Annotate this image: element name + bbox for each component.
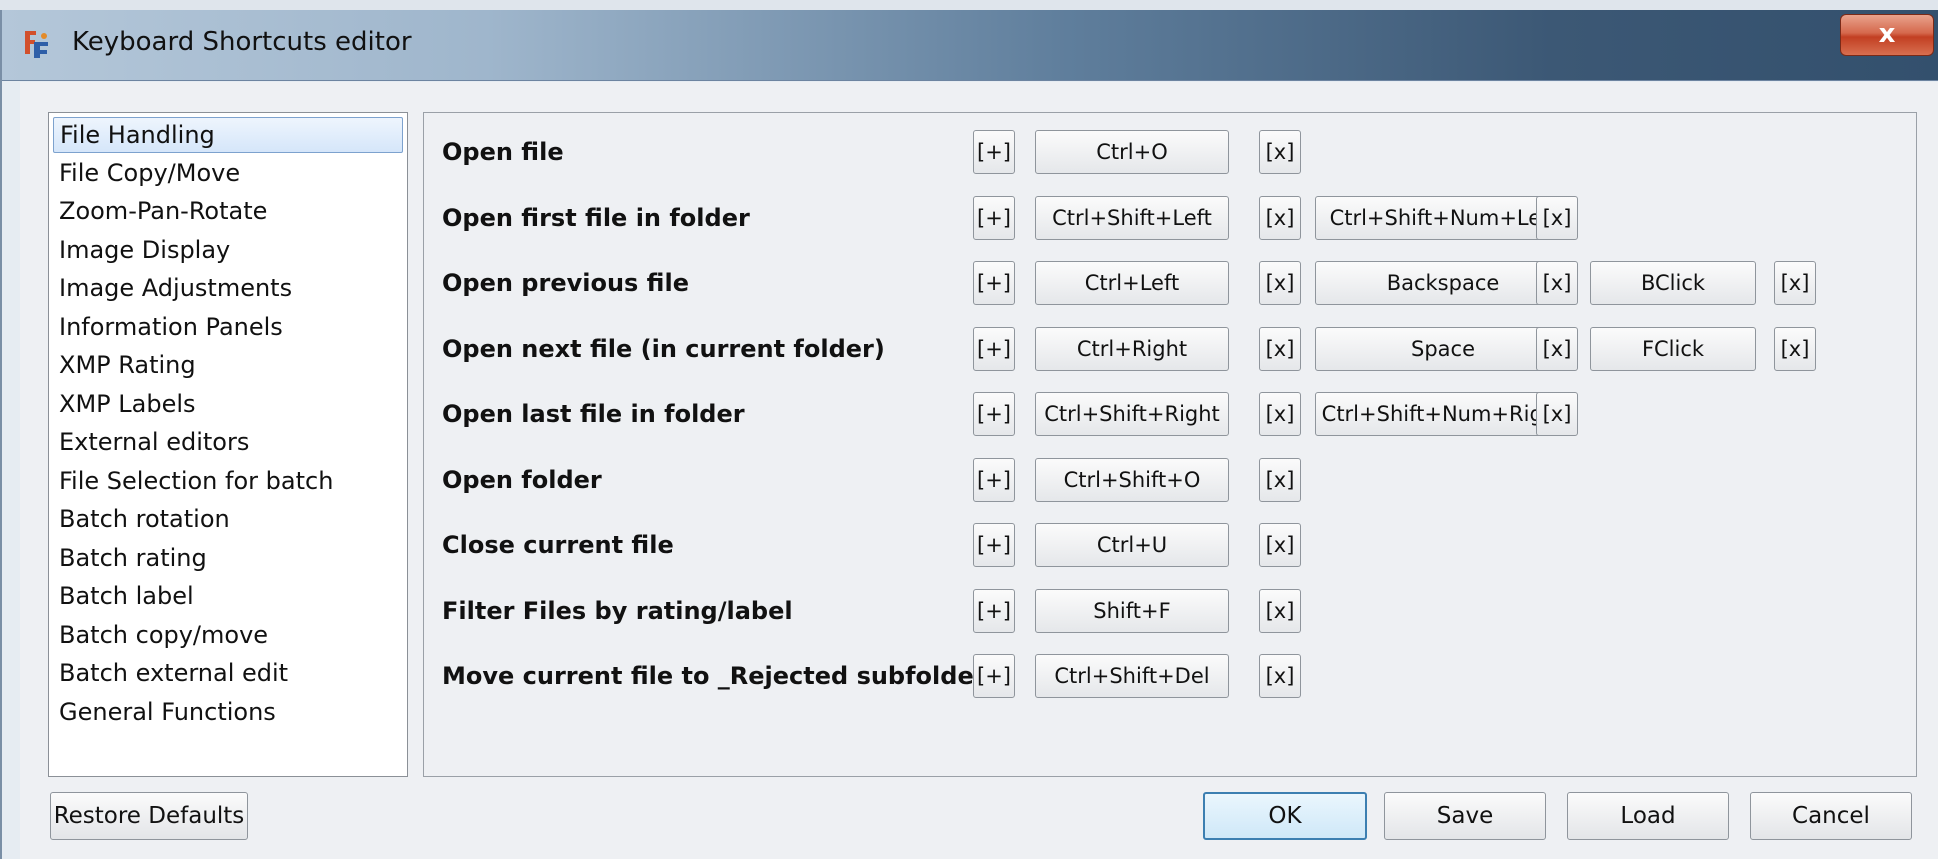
window-title: Keyboard Shortcuts editor — [72, 27, 412, 57]
category-item[interactable]: File Selection for batch — [53, 464, 403, 500]
add-shortcut-button[interactable]: [+] — [973, 392, 1015, 436]
shortcut-panel: Open file [+] Ctrl+O [x] Open first file in … — [423, 112, 1917, 777]
close-icon: x — [1878, 19, 1896, 49]
category-item[interactable]: Batch copy/move — [53, 618, 403, 654]
category-item[interactable]: XMP Rating — [53, 348, 403, 384]
category-item[interactable]: Batch external edit — [53, 656, 403, 692]
load-button[interactable]: Load — [1567, 792, 1729, 840]
remove-shortcut-button[interactable]: [x] — [1259, 523, 1301, 567]
key-binding-button[interactable]: Backspace — [1315, 261, 1571, 305]
cancel-button[interactable]: Cancel — [1750, 792, 1912, 840]
remove-shortcut-button[interactable]: [x] — [1259, 457, 1301, 502]
shortcut-label: Filter Files by rating/label — [442, 596, 793, 625]
key-binding-button[interactable]: Ctrl+Shift+Num+Left — [1315, 195, 1571, 240]
key-binding-button[interactable]: Shift+F — [1035, 588, 1229, 633]
remove-shortcut-button[interactable]: [x] — [1259, 130, 1301, 174]
save-button[interactable]: Save — [1384, 792, 1546, 840]
category-item[interactable]: Information Panels — [53, 310, 403, 346]
shortcut-label: Move current file to _Rejected subfolder — [442, 662, 986, 690]
add-shortcut-button[interactable]: [+] — [973, 457, 1015, 502]
category-item[interactable]: Image Adjustments — [53, 271, 403, 307]
key-binding-button[interactable]: Space — [1315, 326, 1571, 371]
category-item[interactable]: Batch label — [53, 579, 403, 615]
remove-shortcut-button[interactable]: [x] — [1774, 261, 1816, 305]
category-item[interactable]: File Copy/Move — [53, 156, 403, 192]
remove-shortcut-button[interactable]: [x] — [1536, 195, 1578, 240]
category-item[interactable]: Zoom-Pan-Rotate — [53, 194, 403, 230]
category-item[interactable]: File Handling — [53, 117, 403, 153]
key-binding-button[interactable]: Ctrl+Right — [1035, 326, 1229, 371]
key-binding-button[interactable]: Ctrl+O — [1035, 130, 1229, 174]
title-bar: Keyboard Shortcuts editor x — [2, 10, 1938, 81]
add-shortcut-button[interactable]: [+] — [973, 523, 1015, 567]
key-binding-button[interactable]: Ctrl+Shift+O — [1035, 457, 1229, 502]
key-binding-button[interactable]: Ctrl+Shift+Left — [1035, 195, 1229, 240]
key-binding-button[interactable]: Ctrl+Shift+Right — [1035, 392, 1229, 436]
add-shortcut-button[interactable]: [+] — [973, 654, 1015, 698]
shortcut-label: Open next file (in current folder) — [442, 334, 885, 363]
category-item[interactable]: Image Display — [53, 233, 403, 269]
remove-shortcut-button[interactable]: [x] — [1259, 588, 1301, 633]
remove-shortcut-button[interactable]: [x] — [1259, 326, 1301, 371]
remove-shortcut-button[interactable]: [x] — [1259, 195, 1301, 240]
remove-shortcut-button[interactable]: [x] — [1536, 261, 1578, 305]
add-shortcut-button[interactable]: [+] — [973, 195, 1015, 240]
category-item[interactable]: XMP Labels — [53, 387, 403, 423]
shortcut-label: Open file — [442, 138, 564, 166]
add-shortcut-button[interactable]: [+] — [973, 261, 1015, 305]
remove-shortcut-button[interactable]: [x] — [1259, 392, 1301, 436]
shortcut-label: Close current file — [442, 531, 674, 559]
shortcut-label: Open previous file — [442, 269, 689, 297]
category-item[interactable]: General Functions — [53, 695, 403, 731]
category-item[interactable]: External editors — [53, 425, 403, 461]
key-binding-button[interactable]: Ctrl+U — [1035, 523, 1229, 567]
key-binding-button[interactable]: Ctrl+Left — [1035, 261, 1229, 305]
shortcut-label: Open folder — [442, 465, 602, 494]
ok-button[interactable]: OK — [1203, 792, 1367, 840]
remove-shortcut-button[interactable]: [x] — [1774, 326, 1816, 371]
add-shortcut-button[interactable]: [+] — [973, 588, 1015, 633]
add-shortcut-button[interactable]: [+] — [973, 130, 1015, 174]
remove-shortcut-button[interactable]: [x] — [1536, 392, 1578, 436]
key-binding-button[interactable]: Ctrl+Shift+Del — [1035, 654, 1229, 698]
remove-shortcut-button[interactable]: [x] — [1536, 326, 1578, 371]
shortcut-label: Open last file in folder — [442, 400, 745, 428]
category-item[interactable]: Batch rating — [53, 541, 403, 577]
shortcut-label: Open first file in folder — [442, 203, 750, 232]
dialog-body: File Handling File Copy/Move Zoom-Pan-Rota… — [20, 82, 1938, 859]
key-binding-button[interactable]: FClick — [1590, 326, 1756, 371]
remove-shortcut-button[interactable]: [x] — [1259, 654, 1301, 698]
app-logo-icon — [25, 31, 48, 58]
shortcuts-editor-window: Keyboard Shortcuts editor x File Handlin… — [0, 10, 1938, 859]
restore-defaults-button[interactable]: Restore Defaults — [50, 792, 248, 840]
category-item[interactable]: Batch rotation — [53, 502, 403, 538]
key-binding-button[interactable]: Ctrl+Shift+Num+Right — [1315, 392, 1571, 436]
remove-shortcut-button[interactable]: [x] — [1259, 261, 1301, 305]
close-button[interactable]: x — [1840, 14, 1934, 56]
add-shortcut-button[interactable]: [+] — [973, 326, 1015, 371]
key-binding-button[interactable]: BClick — [1590, 261, 1756, 305]
category-list[interactable]: File Handling File Copy/Move Zoom-Pan-Rota… — [48, 112, 408, 777]
